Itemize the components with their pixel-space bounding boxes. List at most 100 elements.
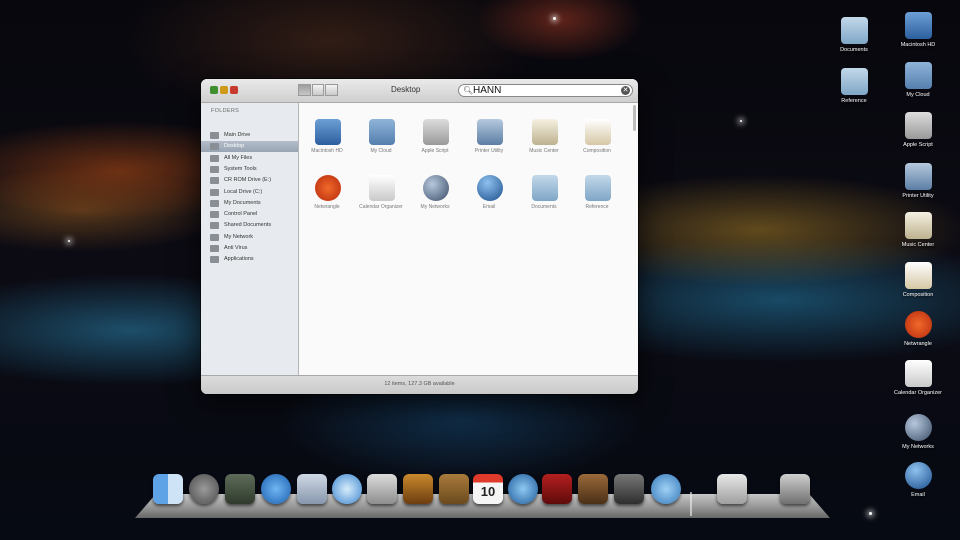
sidebar-item[interactable]: All My Files [201,153,298,164]
address-book-icon[interactable] [439,474,469,504]
sidebar-header: FOLDERS [211,108,240,114]
desktop-icon-label: Reference [841,98,867,104]
app-store-icon[interactable] [261,474,291,504]
sidebar-item[interactable]: My Documents [201,198,298,209]
star [553,17,556,20]
file-item-label: My Networks [420,204,450,210]
sidebar-item-label: Anti Virus [224,245,248,251]
sidebar-item[interactable]: Control Panel [201,209,298,220]
sidebar-item-icon [210,143,219,151]
search-input[interactable]: HANN [473,85,501,97]
finder-icon[interactable] [153,474,183,504]
globe-icon [905,414,932,441]
sidebar-item[interactable]: CR ROM Drive (E:) [201,175,298,186]
icon-view-button[interactable] [298,84,311,96]
file-item[interactable]: Netwrangle [299,175,355,225]
folder-icon [841,17,868,44]
desktop-icon-label: Composition [902,292,934,298]
desktop-icon[interactable]: Email [890,462,946,508]
dock-separator [690,492,692,516]
sidebar-item[interactable]: Applications [201,254,298,265]
netwrangle-icon [905,311,932,338]
desktop-icon-label: Email [911,492,925,498]
list-view-button[interactable] [311,84,325,96]
file-item[interactable]: Composition [569,119,625,169]
facetime-camera-icon[interactable] [367,474,397,504]
photo-icon[interactable] [297,474,327,504]
sidebar-item-icon [210,165,219,173]
guitar-icon[interactable] [403,474,433,504]
desktop-icon[interactable]: Documents [826,17,882,63]
music-icon [905,212,932,239]
sidebar-item[interactable]: Main Drive [201,130,298,141]
sidebar-item[interactable]: Desktop [201,141,298,153]
desktop-icon-label: My Networks [902,444,934,450]
file-item[interactable]: Apple Script [407,119,463,169]
cloud-drive-icon [905,62,932,89]
sidebar-item[interactable]: Shared Documents [201,220,298,231]
sidebar-item-icon [210,188,219,196]
file-item-label: Email [482,204,496,210]
desktop-icon-label: Macintosh HD [900,42,936,48]
file-item[interactable]: Email [461,175,517,225]
image-capture-icon[interactable] [614,474,644,504]
desktop-icon[interactable]: Composition [890,262,946,308]
desktop-icon[interactable]: Macintosh HD [890,12,946,58]
window-title: Desktop [391,85,421,94]
folder-icon [585,175,611,201]
vertical-scrollbar[interactable] [633,105,636,131]
file-item[interactable]: Documents [516,175,572,225]
sidebar-item[interactable]: Anti Virus [201,243,298,254]
window-minimize-button[interactable] [220,86,228,94]
music-icon[interactable] [508,474,538,504]
file-item[interactable]: Music Center [516,119,572,169]
file-item[interactable]: Calendar Organizer [353,175,409,225]
file-item[interactable]: Reference [569,175,625,225]
video-chat-icon[interactable] [651,474,681,504]
sidebar-item[interactable]: Local Drive (C:) [201,187,298,198]
composition-icon [905,262,932,289]
file-item-label: Printer Utility [474,148,504,154]
file-item-label: Netwrangle [314,204,340,210]
search-field[interactable]: 🔍︎ HANN ✕ [458,84,633,97]
file-item-label: Calendar Organizer [359,204,403,210]
sidebar-item[interactable]: System Tools [201,164,298,175]
sidebar: FOLDERS Main Drive Desktop All My Files Sys… [201,103,299,375]
sidebar-item-label: Desktop [224,143,245,150]
sidebar-item[interactable]: My Network [201,232,298,243]
column-view-button[interactable] [325,84,339,96]
desktop-icon[interactable]: Apple Script [890,112,946,158]
file-item[interactable]: My Networks [407,175,463,225]
sidebar-item-label: My Documents [224,199,261,206]
desktop-icon[interactable]: My Networks [890,414,946,460]
sidebar-item-label: Applications [224,256,254,263]
music-icon [532,119,558,145]
desktop-icon[interactable]: Netwrangle [890,311,946,357]
sidebar-item-icon [210,154,219,162]
sidebar-item-icon [210,132,219,139]
desktop-icon-label: Netwrangle [904,341,932,347]
sidebar-item-label: All My Files [224,154,253,161]
desktop-icon[interactable]: My Cloud [890,62,946,108]
desktop-icon[interactable]: Reference [826,68,882,114]
file-item[interactable]: Macintosh HD [299,119,355,169]
rocket-icon[interactable] [189,474,219,504]
window-maximize-button[interactable] [230,86,238,94]
sidebar-item-icon [210,233,219,241]
desktop-icon[interactable]: Calendar Organizer [890,360,946,406]
iphoto-icon[interactable] [578,474,608,504]
file-item[interactable]: My Cloud [353,119,409,169]
dashboard-icon[interactable] [225,474,255,504]
window-close-button[interactable] [210,86,218,94]
calendar-icon[interactable]: 10 [473,474,503,504]
clear-search-icon[interactable]: ✕ [621,86,630,95]
file-item[interactable]: Printer Utility [461,119,517,169]
applications-stack-icon[interactable] [717,474,747,504]
safari-icon[interactable] [332,474,362,504]
trash-icon[interactable] [780,474,810,504]
hard-drive-icon [315,119,341,145]
window-titlebar[interactable]: Desktop 🔍︎ HANN ✕ [201,79,638,103]
desktop-icon[interactable]: Printer Utility [890,163,946,209]
desktop-icon[interactable]: Music Center [890,212,946,258]
photo-booth-icon[interactable] [542,474,572,504]
